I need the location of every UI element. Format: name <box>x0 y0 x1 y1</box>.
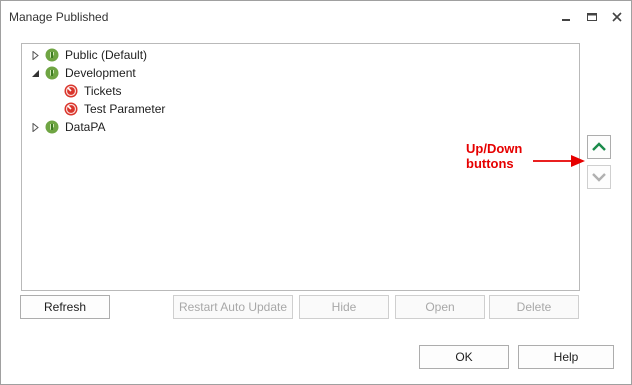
red-gauge-icon <box>64 84 78 98</box>
hide-button[interactable]: Hide <box>299 295 389 319</box>
move-up-button[interactable] <box>587 135 611 159</box>
tree-node-public[interactable]: Public (Default) <box>31 46 147 64</box>
open-button[interactable]: Open <box>395 295 485 319</box>
red-gauge-icon <box>64 102 78 116</box>
manage-published-dialog: Manage Published Public (Default) Develo… <box>0 0 632 385</box>
chevron-up-icon <box>592 142 606 151</box>
tree-node-label: Public (Default) <box>65 48 148 62</box>
title-bar: Manage Published <box>1 1 631 31</box>
expand-arrow-icon[interactable] <box>31 122 40 132</box>
refresh-button[interactable]: Refresh <box>20 295 110 319</box>
tree-node-datapa[interactable]: DataPA <box>31 118 105 136</box>
minimize-icon[interactable] <box>559 10 573 24</box>
collapse-arrow-icon[interactable] <box>31 69 40 78</box>
delete-button[interactable]: Delete <box>489 295 579 319</box>
restart-auto-update-button[interactable]: Restart Auto Update <box>173 295 293 319</box>
expand-arrow-icon[interactable] <box>31 50 40 60</box>
annotation-arrow-icon <box>533 155 585 167</box>
close-icon[interactable] <box>610 10 624 24</box>
annotation-line-2: buttons <box>466 156 514 171</box>
tree-node-label: Test Parameter <box>84 102 166 116</box>
ok-button[interactable]: OK <box>419 345 509 369</box>
green-published-icon <box>45 66 59 80</box>
tree-node-label: DataPA <box>65 120 106 134</box>
annotation-label: Up/Down buttons <box>466 141 522 171</box>
tree-node-development[interactable]: Development <box>31 64 136 82</box>
green-published-icon <box>45 120 59 134</box>
window-title: Manage Published <box>9 10 109 24</box>
chevron-down-icon <box>592 173 606 182</box>
tree-node-tickets[interactable]: Tickets <box>64 82 122 100</box>
tree-node-test-parameter[interactable]: Test Parameter <box>64 100 165 118</box>
green-published-icon <box>45 48 59 62</box>
annotation-line-1: Up/Down <box>466 141 523 156</box>
help-button[interactable]: Help <box>518 345 614 369</box>
tree-node-label: Tickets <box>84 84 122 98</box>
maximize-icon[interactable] <box>585 10 599 24</box>
tree-node-label: Development <box>65 66 136 80</box>
move-down-button[interactable] <box>587 165 611 189</box>
